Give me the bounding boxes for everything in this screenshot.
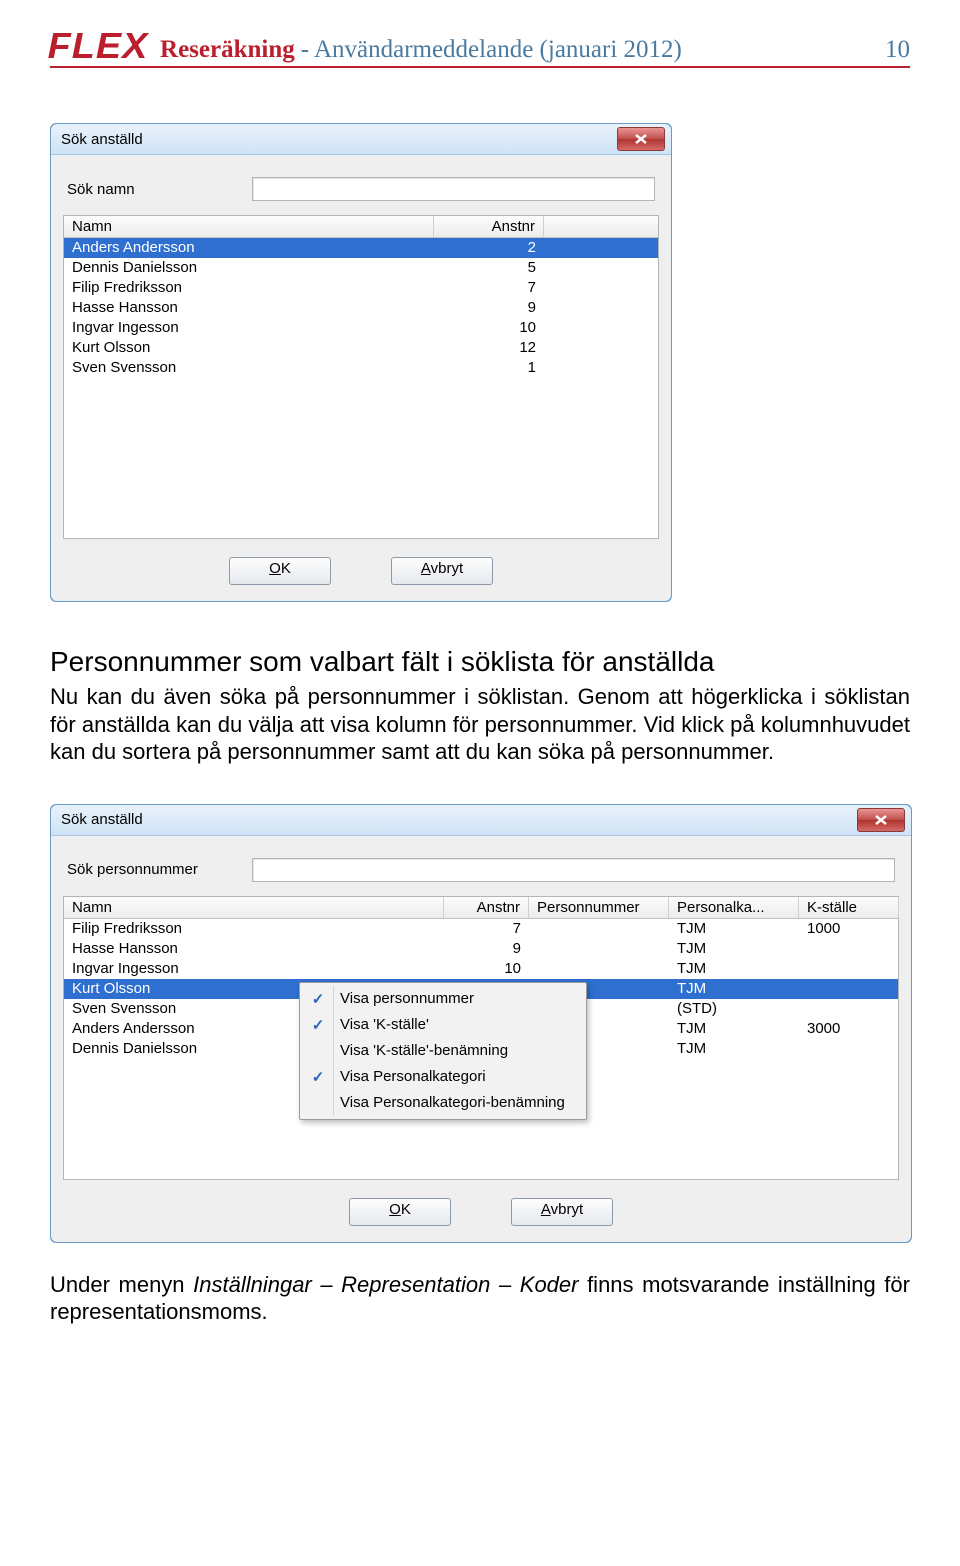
- titlebar: Sök anställd: [51, 805, 911, 836]
- close-button[interactable]: [857, 808, 905, 832]
- check-icon: ✓: [303, 990, 333, 1008]
- cancel-button[interactable]: Avbryt: [391, 557, 493, 585]
- section-heading: Personnummer som valbart fält i söklista…: [50, 644, 910, 679]
- close-button[interactable]: [617, 127, 665, 151]
- search-label: Sök namn: [67, 181, 252, 198]
- titlebar: Sök anställd: [51, 124, 671, 155]
- flex-logo: FLEX: [48, 28, 149, 64]
- search-employee-dialog-2: Sök anställd Sök personnummer Namn Anstn…: [50, 804, 912, 1243]
- context-menu-label: Visa Personalkategori-benämning: [333, 1090, 583, 1116]
- table-row[interactable]: Ingvar Ingesson10: [64, 318, 658, 338]
- close-icon: [634, 133, 648, 145]
- search-input[interactable]: [252, 858, 895, 882]
- table-row[interactable]: Anders Andersson2: [64, 238, 658, 258]
- context-menu-label: Visa personnummer: [333, 986, 583, 1012]
- section-heading-block: Personnummer som valbart fält i söklista…: [50, 644, 910, 679]
- context-menu-item[interactable]: ✓Visa personnummer: [303, 986, 583, 1012]
- dialog-title: Sök anställd: [61, 811, 143, 828]
- document-header: FLEX Reseräkning - Användarmeddelande (j…: [50, 28, 910, 68]
- col-personnummer[interactable]: Personnummer: [529, 897, 669, 918]
- search-employee-dialog-1: Sök anställd Sök namn Namn Anstnr Anders…: [50, 123, 672, 602]
- footer-note: Under menyn Inställningar – Representati…: [50, 1271, 910, 1326]
- col-rest: [899, 897, 915, 918]
- context-menu-item[interactable]: ✓Visa Personalkategori: [303, 1064, 583, 1090]
- context-menu-item[interactable]: Visa Personalkategori-benämning: [303, 1090, 583, 1116]
- col-name[interactable]: Namn: [64, 216, 434, 237]
- page-number: 10: [885, 36, 910, 64]
- context-menu-label: Visa Personalkategori: [333, 1064, 583, 1090]
- footer-pre: Under menyn: [50, 1272, 193, 1297]
- table-row[interactable]: Filip Fredriksson7: [64, 278, 658, 298]
- col-rest: [544, 216, 658, 237]
- col-kstalle[interactable]: K-ställe: [799, 897, 899, 918]
- context-menu-label: Visa 'K-ställe'-benämning: [333, 1038, 583, 1064]
- employee-list[interactable]: Namn Anstnr Anders Andersson2Dennis Dani…: [63, 215, 659, 539]
- footer-em: Inställningar – Representation – Koder: [193, 1272, 578, 1297]
- doc-title: Reseräkning: [160, 36, 295, 64]
- check-icon: ✓: [303, 1068, 333, 1086]
- table-row[interactable]: Kurt Olsson12: [64, 338, 658, 358]
- doc-subtitle: - Användarmeddelande (januari 2012): [301, 36, 682, 64]
- cancel-button[interactable]: Avbryt: [511, 1198, 613, 1226]
- ok-button[interactable]: OK: [229, 557, 331, 585]
- context-menu-item[interactable]: ✓Visa 'K-ställe': [303, 1012, 583, 1038]
- col-anstnr[interactable]: Anstnr: [444, 897, 529, 918]
- context-menu[interactable]: ✓Visa personnummer✓Visa 'K-ställe'Visa '…: [299, 982, 587, 1120]
- list-header[interactable]: Namn Anstnr Personnummer Personalka... K…: [64, 897, 898, 919]
- dialog-title: Sök anställd: [61, 131, 143, 148]
- section-body: Nu kan du även söka på personnummer i sö…: [50, 683, 910, 766]
- close-icon: [874, 814, 888, 826]
- search-input[interactable]: [252, 177, 655, 201]
- col-personalkategori[interactable]: Personalka...: [669, 897, 799, 918]
- col-anstnr[interactable]: Anstnr: [434, 216, 544, 237]
- table-row[interactable]: Sven Svensson1: [64, 358, 658, 378]
- table-row[interactable]: Hasse Hansson9TJM: [64, 939, 898, 959]
- table-row[interactable]: Hasse Hansson9: [64, 298, 658, 318]
- context-menu-label: Visa 'K-ställe': [333, 1012, 583, 1038]
- check-icon: ✓: [303, 1016, 333, 1034]
- list-header[interactable]: Namn Anstnr: [64, 216, 658, 238]
- table-row[interactable]: Ingvar Ingesson10TJM: [64, 959, 898, 979]
- col-name[interactable]: Namn: [64, 897, 444, 918]
- ok-button[interactable]: OK: [349, 1198, 451, 1226]
- employee-list[interactable]: Namn Anstnr Personnummer Personalka... K…: [63, 896, 899, 1180]
- table-row[interactable]: Dennis Danielsson5: [64, 258, 658, 278]
- context-menu-item[interactable]: Visa 'K-ställe'-benämning: [303, 1038, 583, 1064]
- search-label: Sök personnummer: [67, 861, 252, 878]
- table-row[interactable]: Filip Fredriksson7TJM1000: [64, 919, 898, 939]
